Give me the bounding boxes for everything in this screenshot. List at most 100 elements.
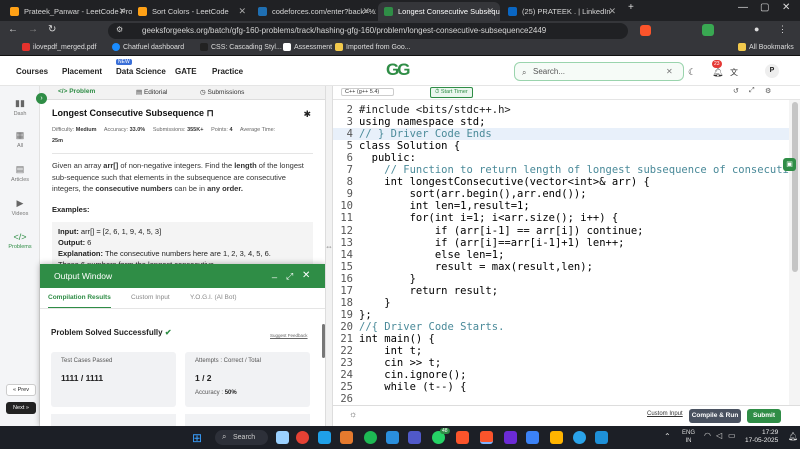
url-input[interactable]: geeksforgeeks.org/batch/gfg-160-problems… (108, 23, 628, 39)
notifications-icon[interactable]: 🔔︎ (788, 432, 798, 441)
language-indicator[interactable]: ENG IN (682, 429, 695, 445)
windows-start-icon[interactable]: ⊞ (192, 431, 202, 445)
bookmark-icon[interactable]: ⊓ (207, 108, 214, 118)
compile-run-button[interactable]: Compile & Run (689, 409, 741, 423)
bell-icon[interactable]: 🔔︎ (712, 67, 723, 78)
telegram-icon[interactable] (573, 431, 586, 444)
bookmark-imported[interactable]: Imported from Goo... (335, 43, 411, 51)
minimize-icon[interactable]: — (738, 2, 748, 13)
close-icon[interactable]: ✕ (608, 6, 616, 17)
tab-codeforces[interactable]: codeforces.com/enter?back=%2Fp✕ (252, 2, 376, 21)
tab-linkedin[interactable]: (25) PRATEEK . | LinkedIn ✕ (502, 2, 622, 21)
tab-submissions[interactable]: ◷ Submissions (200, 88, 244, 96)
dark-mode-icon[interactable]: ☾ (688, 67, 696, 78)
rail-articles[interactable]: ▤ Articles (0, 164, 40, 183)
bookmark-assessment[interactable]: Assessment (283, 43, 332, 51)
reload-icon[interactable]: ↻ (48, 24, 56, 35)
fullscreen-icon[interactable]: ⤢ (749, 87, 755, 95)
avatar[interactable]: P (765, 64, 779, 78)
clear-icon[interactable]: ✕ (666, 67, 673, 76)
editor-scrollbar[interactable] (789, 100, 800, 405)
submit-button[interactable]: Submit (747, 409, 781, 423)
rail-problems[interactable]: </> Problems (0, 232, 40, 250)
card-placeholder (51, 414, 176, 426)
reset-icon[interactable]: ↺ (733, 87, 739, 95)
tab-yogi-bot[interactable]: Y.O.G.I. (AI Bot) (190, 294, 236, 301)
custom-input-link[interactable]: Custom Input (647, 411, 683, 417)
close-icon[interactable]: ✕ (486, 6, 494, 17)
tab-editorial[interactable]: ▤ Editorial (136, 88, 167, 96)
tab-sort-colors[interactable]: Sort Colors - LeetCode ✕ (132, 2, 252, 21)
minimize-icon[interactable]: _ (272, 264, 277, 285)
tab-custom-input[interactable]: Custom Input (131, 294, 170, 301)
app-icon[interactable] (504, 431, 517, 444)
theme-icon[interactable]: ☼ (349, 409, 357, 419)
code-editor[interactable]: 2 #include <bits/stdc++.h> 3 using namespac… (333, 100, 789, 405)
nav-practice[interactable]: Practice (212, 67, 243, 76)
app-icon[interactable] (595, 431, 608, 444)
wifi-icon[interactable]: ◠ (704, 431, 711, 440)
tab-compilation-results[interactable]: Compilation Results (48, 294, 111, 309)
close-icon[interactable]: ✕ (238, 6, 246, 17)
prev-button[interactable]: « Prev (6, 384, 36, 396)
scrollbar-thumb[interactable] (792, 102, 798, 272)
search-input[interactable]: Search... (514, 62, 684, 81)
resize-handle-icon[interactable]: ⇔ (325, 242, 333, 251)
vscode-icon[interactable] (386, 431, 399, 444)
nav-gate[interactable]: GATE (175, 67, 197, 76)
search-icon: ⌕ (222, 432, 227, 441)
close-icon[interactable]: ✕ (118, 6, 126, 17)
chrome-icon[interactable] (296, 431, 309, 444)
bookmark-chatfuel[interactable]: Chatfuel dashboard (112, 43, 184, 51)
suggest-feedback-link[interactable]: Suggest Feedback (270, 333, 308, 338)
bug-report-icon[interactable]: ✱ (303, 109, 311, 120)
profile-icon[interactable]: ● (754, 24, 759, 34)
nav-data-science[interactable]: Data Science (116, 67, 166, 76)
brave-shield-icon[interactable] (640, 25, 651, 36)
clock[interactable]: 17:29 17-05-2025 (745, 429, 778, 445)
start-timer-button[interactable]: ⏱ Start Timer (430, 87, 473, 98)
translate-icon[interactable]: 文 (730, 67, 738, 78)
back-icon[interactable]: ← (8, 24, 18, 35)
brave-icon[interactable] (456, 431, 469, 444)
app-icon[interactable] (550, 431, 563, 444)
tab-leetcode-profile[interactable]: Prateek_Panwar - LeetCode Profile ✕ (4, 2, 132, 21)
volume-icon[interactable]: ◁ (716, 431, 722, 440)
pane-resizer[interactable]: ⇔ (325, 86, 333, 426)
chat-icon[interactable]: ▣ (783, 158, 796, 171)
edge-icon[interactable] (318, 431, 331, 444)
expand-icon[interactable]: ⤢ (286, 264, 293, 288)
next-button[interactable]: Next » (6, 402, 36, 414)
window-close-icon[interactable]: ✕ (782, 2, 790, 13)
extension-icon[interactable] (702, 24, 714, 36)
rail-all[interactable]: ▦ All (0, 130, 40, 149)
all-bookmarks[interactable]: All Bookmarks (738, 43, 794, 51)
new-tab-icon[interactable]: + (628, 2, 634, 13)
menu-icon[interactable]: ⋮ (778, 24, 787, 35)
tab-longest-consecutive[interactable]: Longest Consecutive Subseque ✕ (378, 2, 500, 21)
app-icon[interactable] (526, 431, 539, 444)
collapse-rail-icon[interactable]: › (36, 93, 47, 104)
bookmark-ilovepdf[interactable]: ilovepdf_merged.pdf (22, 43, 96, 51)
nav-courses[interactable]: Courses (16, 67, 48, 76)
brave-active-icon[interactable] (480, 431, 493, 444)
close-icon[interactable]: ✕ (362, 6, 370, 17)
site-info-icon[interactable]: ⚙ (116, 25, 123, 34)
battery-icon[interactable]: ▭ (728, 431, 736, 440)
forward-icon[interactable]: → (28, 24, 38, 35)
rail-dash[interactable]: ▮▮ Dash (0, 98, 40, 117)
close-icon[interactable]: ✕ (302, 264, 310, 288)
settings-icon[interactable]: ⚙ (765, 87, 771, 95)
language-select[interactable]: C++ (g++ 5.4) (341, 88, 395, 96)
chevron-up-icon[interactable]: ⌃ (664, 432, 671, 441)
gfg-logo[interactable]: GG (386, 60, 410, 80)
spotify-icon[interactable] (364, 431, 377, 444)
file-explorer-icon[interactable] (276, 431, 289, 444)
teams-icon[interactable] (408, 431, 421, 444)
maximize-icon[interactable]: ▢ (760, 2, 769, 13)
rail-videos[interactable]: ▶ Videos (0, 198, 40, 217)
bookmark-css[interactable]: CSS: Cascading Styl... (200, 43, 282, 51)
tab-problem[interactable]: </> Problem (58, 88, 95, 95)
nav-placement[interactable]: Placement (62, 67, 102, 76)
folder-icon[interactable] (340, 431, 353, 444)
